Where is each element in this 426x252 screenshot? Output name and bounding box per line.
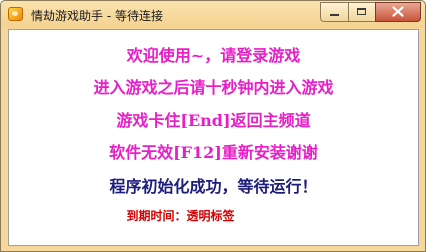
maximize-button[interactable]	[348, 2, 375, 22]
status-message: 程序初始化成功，等待运行！	[109, 177, 318, 196]
app-icon[interactable]	[8, 7, 23, 21]
maximize-icon	[357, 8, 366, 15]
app-window: 情劫游戏助手 - 等待连接 欢迎使用~，请登录游戏 进入游戏之后请十秒钟内进入游…	[0, 0, 426, 252]
window-title: 情劫游戏助手 - 等待连接	[31, 9, 163, 23]
minimize-button[interactable]	[320, 2, 348, 22]
stuck-hint-message: 游戏卡住[End]返回主频道	[116, 111, 311, 130]
expire-time: 到期时间：透明标签	[126, 209, 235, 223]
minimize-icon	[330, 14, 339, 16]
title-bar[interactable]: 情劫游戏助手 - 等待连接	[1, 1, 425, 28]
welcome-message: 欢迎使用~，请登录游戏	[126, 46, 301, 65]
message-panel: 欢迎使用~，请登录游戏 进入游戏之后请十秒钟内进入游戏 游戏卡住[End]返回主…	[8, 29, 419, 246]
close-button[interactable]	[375, 2, 421, 22]
enter-game-message: 进入游戏之后请十秒钟内进入游戏	[93, 78, 334, 97]
close-icon	[392, 6, 404, 17]
reinstall-hint-message: 软件无效[F12]重新安装谢谢	[109, 143, 318, 162]
